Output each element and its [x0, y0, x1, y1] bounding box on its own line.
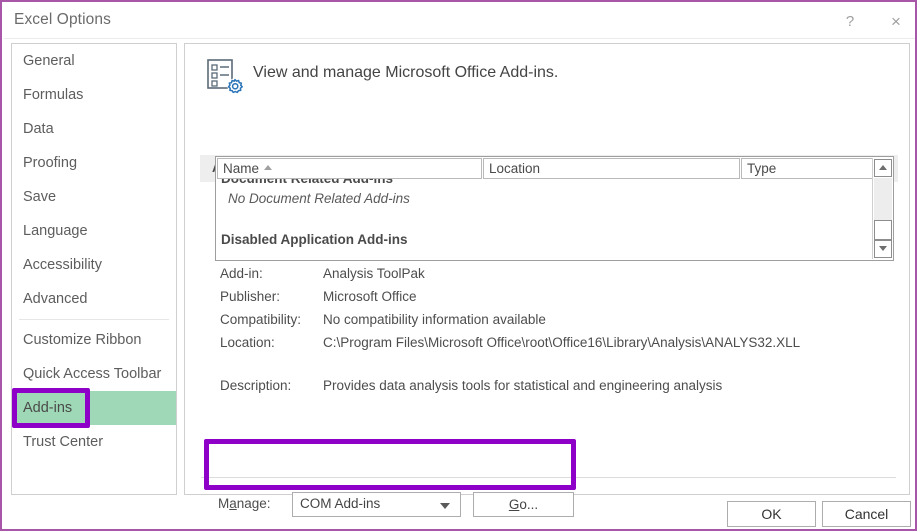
detail-value: Microsoft Office: [323, 289, 417, 304]
manage-label: Manage:: [218, 496, 271, 511]
detail-label: Publisher:: [220, 289, 281, 304]
detail-value: C:\Program Files\Microsoft Office\root\O…: [323, 335, 801, 350]
help-icon[interactable]: ?: [830, 8, 870, 35]
list-item: No Document Related Add-ins: [228, 191, 410, 206]
sidebar-item-label: Language: [23, 223, 88, 239]
sidebar-item-label: Customize Ribbon: [23, 332, 142, 348]
detail-label: Compatibility:: [220, 312, 302, 327]
options-sidebar: General Formulas Data Proofing Save Lang…: [11, 43, 177, 495]
sidebar-item-accessibility[interactable]: Accessibility: [12, 248, 176, 282]
excel-options-dialog: Excel Options ? × General Formulas Data …: [0, 0, 917, 531]
sidebar-item-label: Trust Center: [23, 434, 104, 450]
manage-divider: [201, 477, 896, 478]
sidebar-item-label: Formulas: [23, 87, 84, 103]
go-button[interactable]: Go...: [473, 492, 574, 517]
column-header-label: Type: [747, 161, 777, 176]
sidebar-item-trust-center[interactable]: Trust Center: [12, 425, 176, 459]
list-header-row: Name Location Type: [216, 157, 893, 179]
scroll-down-button[interactable]: [874, 240, 892, 258]
sidebar-item-save[interactable]: Save: [12, 180, 176, 214]
sidebar-item-quick-access-toolbar[interactable]: Quick Access Toolbar: [12, 357, 176, 391]
manage-dropdown[interactable]: COM Add-ins: [292, 492, 461, 517]
ok-button[interactable]: OK: [727, 501, 816, 527]
detail-value: Provides data analysis tools for statist…: [323, 378, 723, 393]
page-title: View and manage Microsoft Office Add-ins…: [253, 64, 559, 81]
sidebar-item-label: Proofing: [23, 155, 78, 171]
chevron-up-icon: [879, 165, 887, 170]
detail-label: Add-in:: [220, 266, 263, 281]
sidebar-item-label: Add-ins: [23, 400, 73, 416]
list-scrollbar[interactable]: [872, 158, 892, 259]
scrollbar-thumb[interactable]: [874, 220, 892, 240]
column-header-name[interactable]: Name: [217, 158, 482, 179]
sidebar-item-proofing[interactable]: Proofing: [12, 146, 176, 180]
detail-label: Location:: [220, 335, 275, 350]
cancel-button[interactable]: Cancel: [822, 501, 911, 527]
sidebar-item-add-ins[interactable]: Add-ins: [12, 391, 176, 425]
addins-gear-icon: [205, 58, 243, 94]
sidebar-divider: [19, 319, 169, 320]
title-bar: Excel Options ? ×: [4, 4, 915, 39]
column-header-location[interactable]: Location: [483, 158, 740, 179]
manage-dropdown-value: COM Add-ins: [300, 496, 381, 511]
sidebar-item-label: Accessibility: [23, 257, 102, 273]
addin-details: Add-in: Analysis ToolPak Publisher: Micr…: [220, 266, 880, 401]
scrollbar-track[interactable]: [874, 178, 892, 220]
chevron-down-icon: [879, 246, 887, 251]
list-body: Document Related Add-ins No Document Rel…: [217, 179, 873, 259]
options-content-panel: View and manage Microsoft Office Add-ins…: [184, 43, 910, 517]
detail-row-description: Description: Provides data analysis tool…: [220, 378, 880, 401]
sidebar-item-language[interactable]: Language: [12, 214, 176, 248]
detail-row-location: Location: C:\Program Files\Microsoft Off…: [220, 335, 880, 358]
sidebar-item-general[interactable]: General: [12, 44, 176, 78]
sidebar-item-customize-ribbon[interactable]: Customize Ribbon: [12, 323, 176, 357]
list-group-header: Disabled Application Add-ins: [221, 232, 408, 247]
detail-row-addin: Add-in: Analysis ToolPak: [220, 266, 880, 289]
detail-value: Analysis ToolPak: [323, 266, 425, 281]
sidebar-item-label: Data: [23, 121, 54, 137]
sidebar-item-label: Save: [23, 189, 57, 205]
sidebar-item-formulas[interactable]: Formulas: [12, 78, 176, 112]
scroll-up-button[interactable]: [874, 159, 892, 177]
sort-ascending-icon: [264, 165, 273, 170]
column-header-label: Location: [489, 161, 541, 176]
sidebar-item-label: Quick Access Toolbar: [23, 366, 162, 382]
addins-list[interactable]: Name Location Type Document Related Add-…: [215, 156, 894, 261]
detail-row-compatibility: Compatibility: No compatibility informat…: [220, 312, 880, 335]
sidebar-item-label: Advanced: [23, 291, 88, 307]
close-icon[interactable]: ×: [876, 8, 915, 35]
sidebar-item-data[interactable]: Data: [12, 112, 176, 146]
detail-value: No compatibility information available: [323, 312, 546, 327]
detail-label: Description:: [220, 378, 292, 393]
column-header-type[interactable]: Type: [741, 158, 874, 179]
sidebar-item-advanced[interactable]: Advanced: [12, 282, 176, 316]
column-header-label: Name: [223, 161, 260, 176]
sidebar-item-label: General: [23, 53, 75, 69]
detail-row-publisher: Publisher: Microsoft Office: [220, 289, 880, 312]
chevron-down-icon: [440, 503, 450, 509]
list-group-header: Document Related Add-ins: [217, 179, 873, 185]
window-title: Excel Options: [14, 11, 111, 28]
